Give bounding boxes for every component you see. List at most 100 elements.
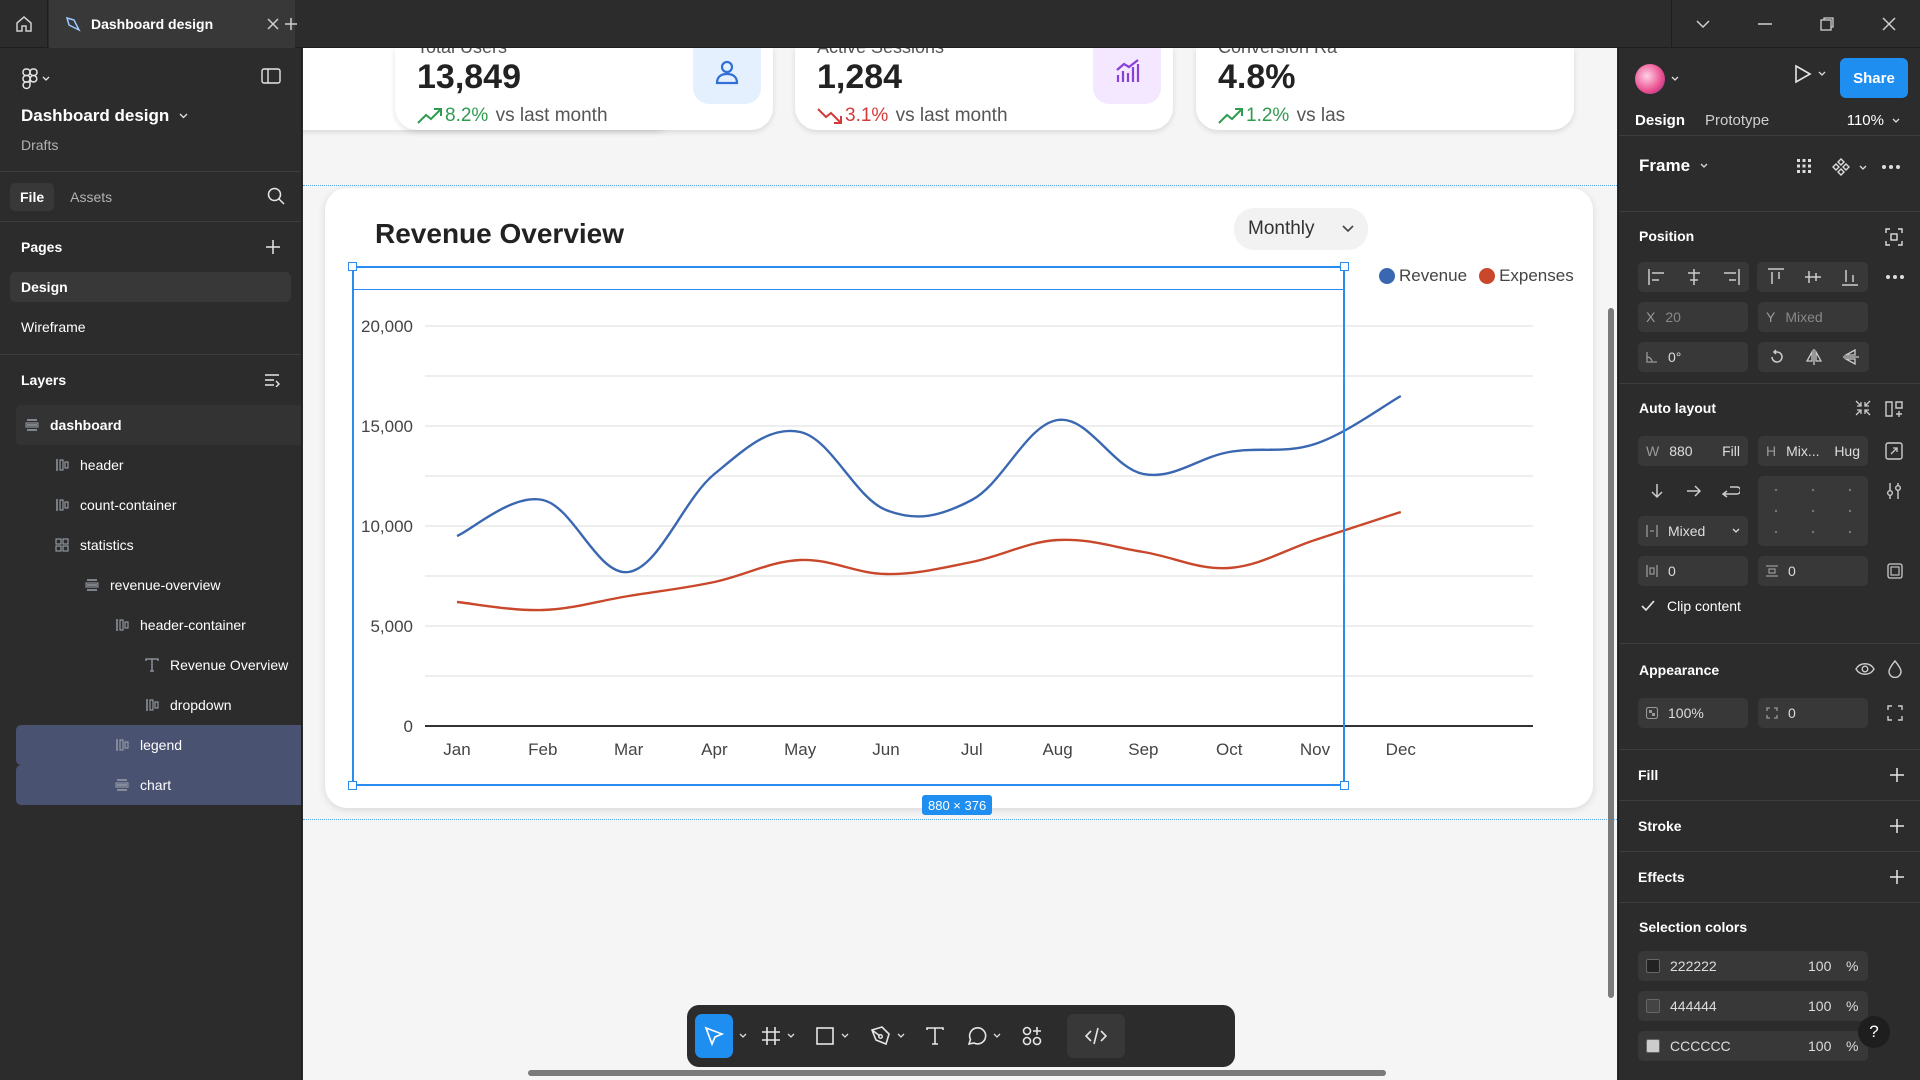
tab-design[interactable]: Design: [1635, 112, 1685, 129]
page-item-design[interactable]: Design: [10, 272, 291, 302]
corner-radius-field[interactable]: 0: [1758, 698, 1868, 728]
chevron-down-icon[interactable]: [1671, 76, 1679, 82]
layer-item[interactable]: dropdown: [16, 685, 301, 725]
layer-item[interactable]: header-container: [16, 605, 301, 645]
layer-item[interactable]: header: [16, 445, 301, 485]
collapse-layers-icon[interactable]: [264, 373, 280, 387]
component-icon[interactable]: [1832, 158, 1850, 176]
alignment-matrix[interactable]: [1758, 476, 1868, 546]
height-field[interactable]: H Mix... Hug: [1758, 436, 1868, 466]
file-name-menu[interactable]: Dashboard design: [21, 106, 188, 126]
selection-box[interactable]: [348, 262, 1349, 790]
align-center-v-button[interactable]: [1794, 268, 1831, 286]
add-stroke-icon[interactable]: [1890, 819, 1904, 833]
opacity-field[interactable]: 100%: [1638, 698, 1748, 728]
comment-tool-button[interactable]: [957, 1014, 1009, 1058]
layer-item[interactable]: chart: [16, 765, 301, 805]
shape-tool-button[interactable]: [807, 1014, 857, 1058]
add-fill-icon[interactable]: [1890, 768, 1904, 782]
file-location[interactable]: Drafts: [21, 137, 58, 153]
layer-type-menu[interactable]: Frame: [1639, 156, 1708, 176]
vertical-scrollbar[interactable]: [1608, 308, 1614, 998]
layer-item[interactable]: count-container: [16, 485, 301, 525]
x-position-field[interactable]: X 20: [1638, 302, 1748, 332]
color-swatch[interactable]: [1646, 1039, 1660, 1053]
dev-mode-toggle[interactable]: [1067, 1014, 1125, 1058]
layer-item[interactable]: statistics: [16, 525, 301, 565]
new-tab-button[interactable]: [276, 0, 306, 48]
direction-wrap-button[interactable]: [1712, 484, 1749, 498]
more-icon[interactable]: [1881, 164, 1901, 170]
selection-color-row[interactable]: 444444 100%: [1638, 991, 1868, 1021]
rotate-button[interactable]: [1758, 349, 1795, 365]
page-item-wireframe[interactable]: Wireframe: [10, 312, 291, 342]
frame-tool-button[interactable]: [753, 1014, 803, 1058]
move-tool-button[interactable]: [695, 1014, 733, 1058]
individual-padding-icon[interactable]: [1887, 563, 1903, 579]
help-button[interactable]: ?: [1858, 1016, 1890, 1048]
color-swatch[interactable]: [1646, 959, 1660, 973]
actions-tool-button[interactable]: [1013, 1014, 1051, 1058]
flip-vertical-button[interactable]: [1832, 349, 1869, 365]
blend-mode-icon[interactable]: [1887, 660, 1903, 678]
y-position-field[interactable]: Y Mixed: [1758, 302, 1868, 332]
more-icon[interactable]: [1885, 274, 1905, 280]
present-button[interactable]: [1794, 64, 1826, 84]
tab-assets[interactable]: Assets: [60, 183, 122, 211]
horizontal-padding-field[interactable]: 0: [1638, 556, 1748, 586]
selection-color-row[interactable]: CCCCCC 100%: [1638, 1031, 1868, 1061]
zoom-menu[interactable]: 110%: [1847, 112, 1900, 129]
width-field[interactable]: W 880 Fill: [1638, 436, 1748, 466]
home-button[interactable]: [0, 0, 48, 48]
chevron-down-icon[interactable]: [1859, 165, 1867, 171]
main-menu-button[interactable]: [22, 68, 50, 90]
resize-handle-top-right[interactable]: [1340, 262, 1349, 271]
share-button[interactable]: Share: [1840, 58, 1908, 98]
individual-corners-icon[interactable]: [1887, 705, 1903, 721]
eye-icon[interactable]: [1855, 662, 1875, 676]
clip-content-checkbox[interactable]: Clip content: [1641, 598, 1741, 614]
vertical-padding-field[interactable]: 0: [1758, 556, 1868, 586]
direction-vertical-button[interactable]: [1638, 483, 1675, 499]
add-effect-icon[interactable]: [1890, 870, 1904, 884]
align-bottom-button[interactable]: [1831, 268, 1868, 286]
file-tab[interactable]: Dashboard design: [49, 0, 295, 48]
layer-item[interactable]: dashboard: [16, 405, 301, 445]
design-canvas[interactable]: Total Users 13,849 8.2% vs last month Ac…: [303, 48, 1617, 1080]
pen-tool-button[interactable]: [861, 1014, 913, 1058]
gap-field[interactable]: Mixed: [1638, 516, 1748, 546]
tab-prototype[interactable]: Prototype: [1705, 112, 1769, 129]
resize-icon[interactable]: [1885, 442, 1903, 460]
h-mode[interactable]: Hug: [1834, 443, 1860, 459]
move-tool-menu[interactable]: [737, 1014, 749, 1058]
resize-handle-bottom-left[interactable]: [348, 781, 357, 790]
resize-handle-bottom-right[interactable]: [1340, 781, 1349, 790]
layer-item[interactable]: revenue-overview: [16, 565, 301, 605]
w-mode[interactable]: Fill: [1722, 443, 1740, 459]
toggle-sidebar-button[interactable]: [261, 68, 281, 89]
align-top-button[interactable]: [1757, 268, 1794, 286]
add-page-icon[interactable]: [266, 240, 280, 254]
selection-color-row[interactable]: 222222 100%: [1638, 951, 1868, 981]
text-tool-button[interactable]: [917, 1014, 953, 1058]
tab-file[interactable]: File: [10, 182, 55, 211]
align-left-button[interactable]: [1638, 269, 1675, 285]
restore-button[interactable]: [1796, 0, 1858, 48]
layer-item[interactable]: Revenue Overview: [16, 645, 301, 685]
constraints-icon[interactable]: [1885, 228, 1903, 246]
avatar[interactable]: [1635, 64, 1665, 94]
layout-guide-icon[interactable]: [1885, 400, 1903, 418]
auto-layout-collapse-icon[interactable]: [1855, 400, 1871, 416]
align-center-h-button[interactable]: [1675, 269, 1712, 285]
direction-horizontal-button[interactable]: [1675, 484, 1712, 498]
resize-handle-top-left[interactable]: [348, 262, 357, 271]
horizontal-scrollbar[interactable]: [528, 1070, 1386, 1076]
rotation-field[interactable]: 0°: [1638, 342, 1748, 372]
flip-horizontal-button[interactable]: [1795, 349, 1832, 365]
close-window-button[interactable]: [1858, 0, 1920, 48]
align-right-button[interactable]: [1712, 269, 1749, 285]
color-swatch[interactable]: [1646, 999, 1660, 1013]
search-button[interactable]: [267, 187, 285, 210]
layout-settings-icon[interactable]: [1885, 482, 1903, 500]
grid-icon[interactable]: [1796, 158, 1812, 174]
